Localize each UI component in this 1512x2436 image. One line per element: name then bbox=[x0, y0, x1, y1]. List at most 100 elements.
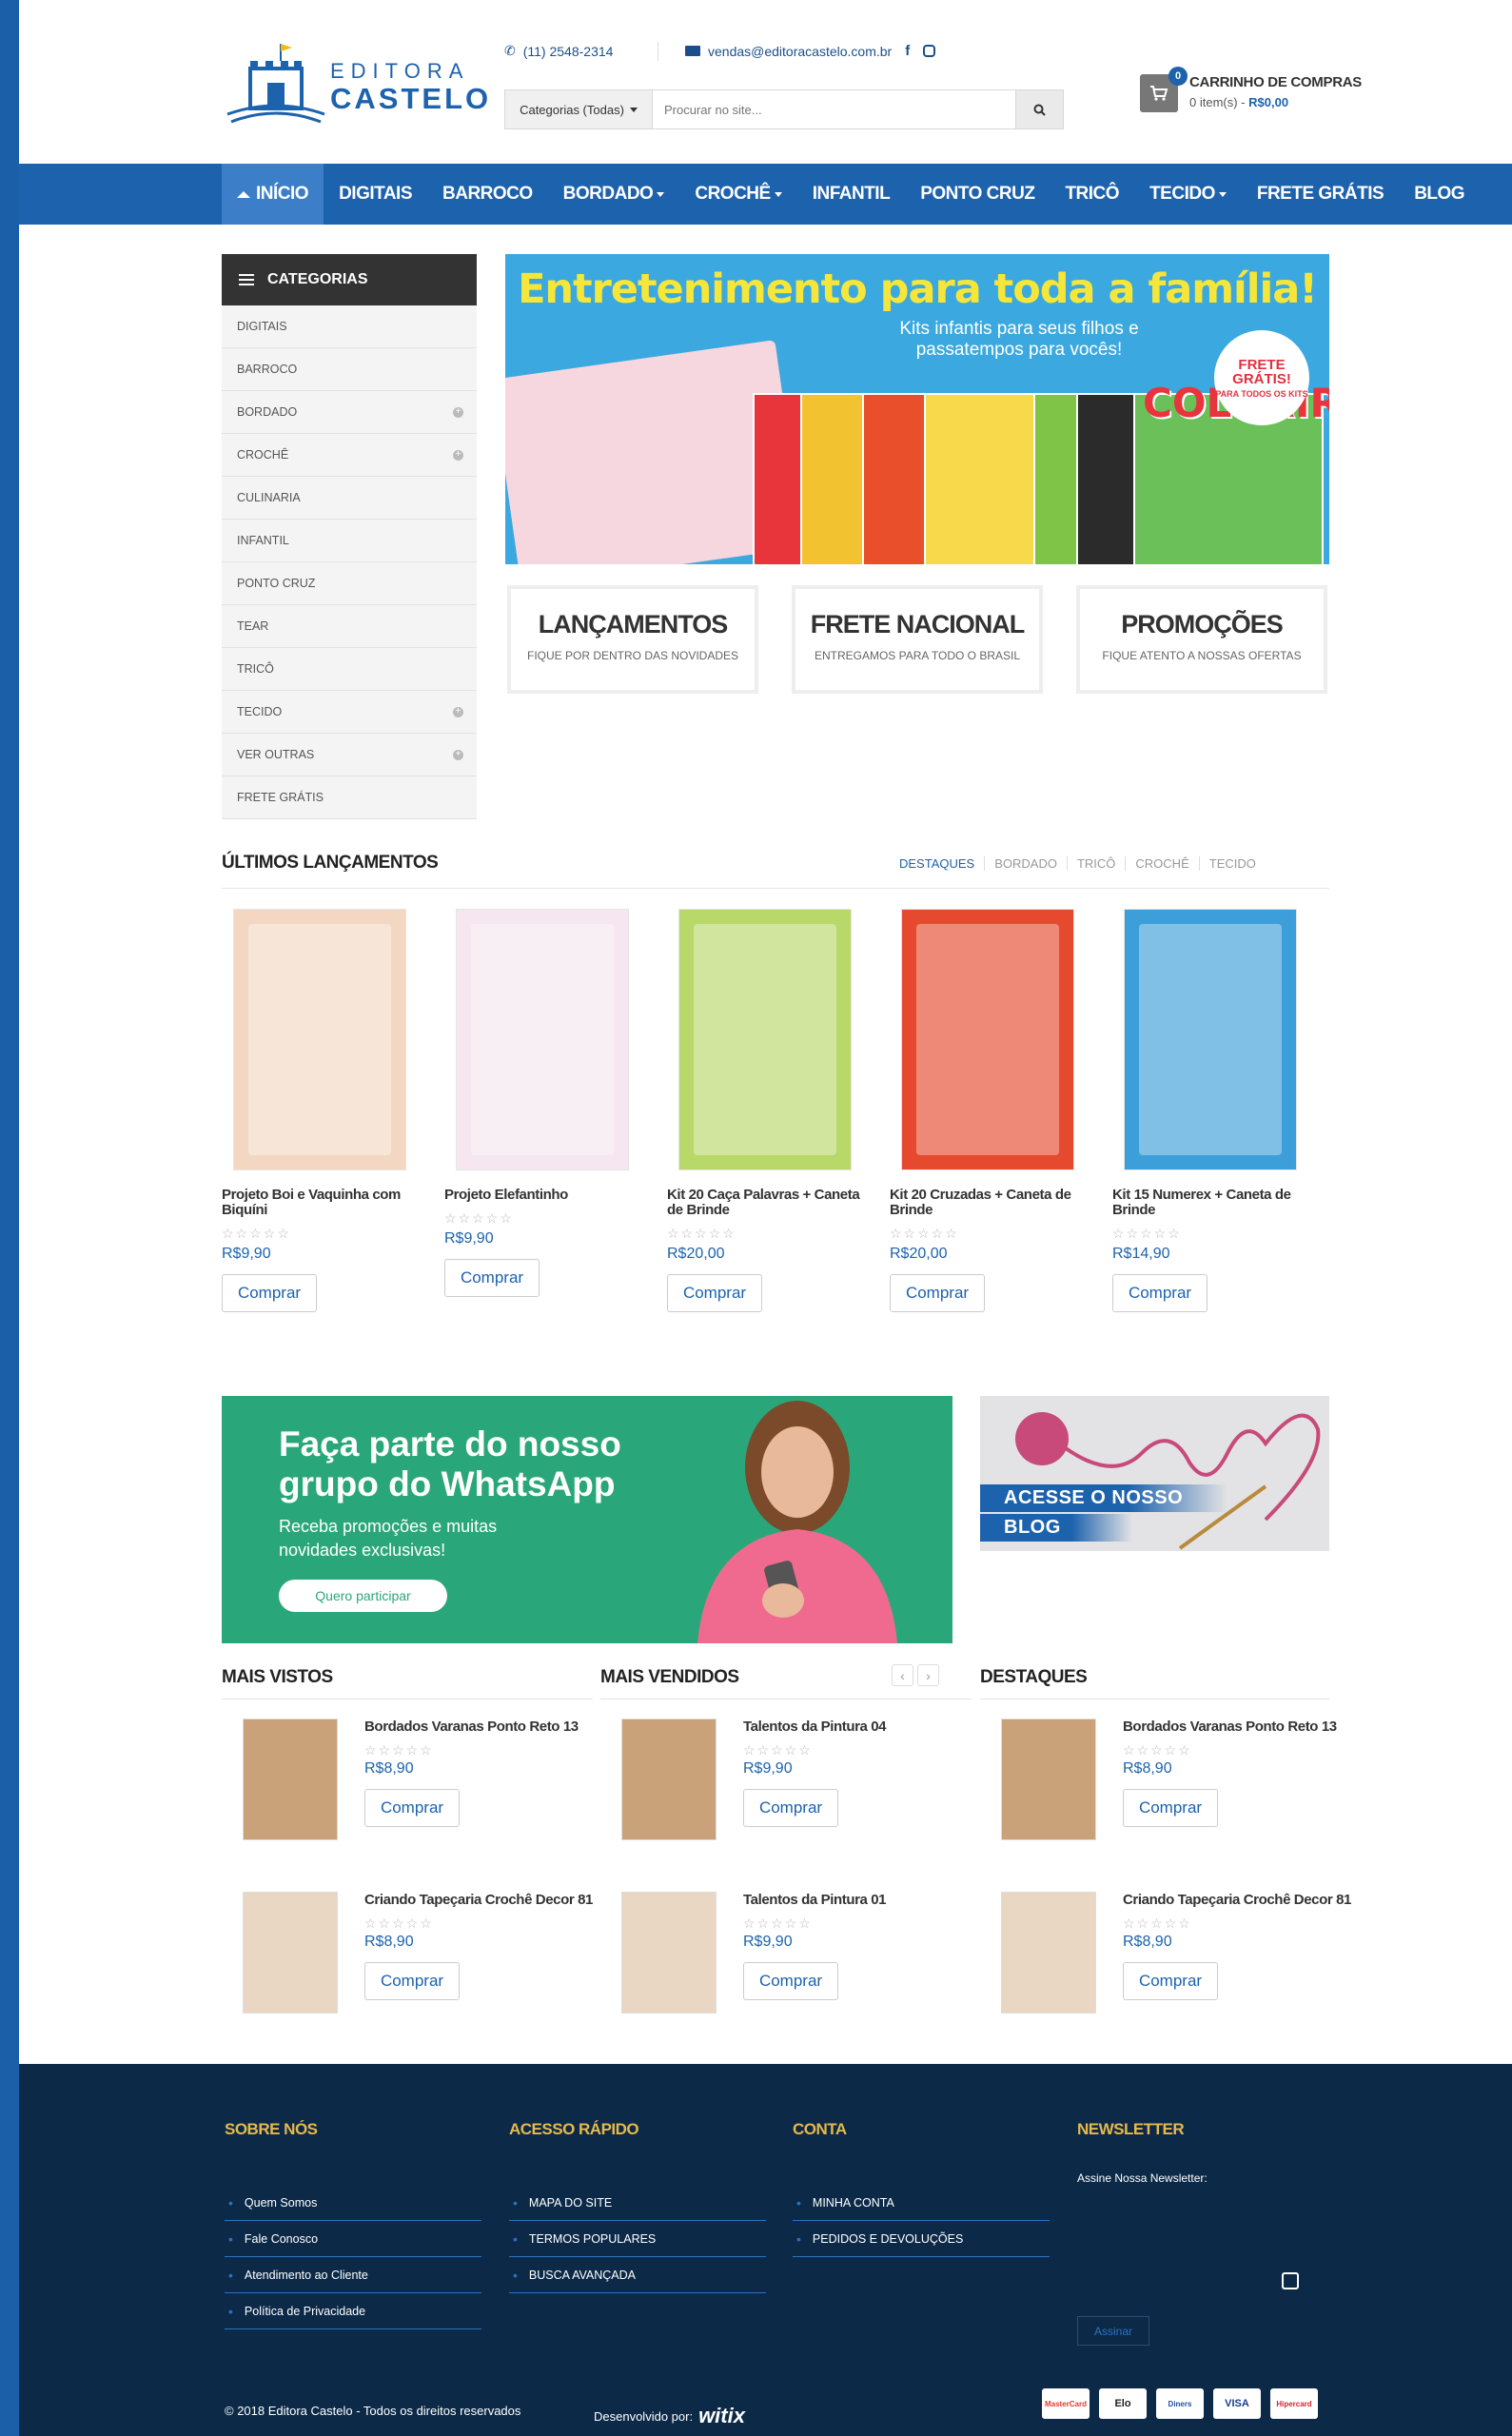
newsletter-email-field[interactable] bbox=[1077, 2241, 1306, 2279]
chevron-right-icon[interactable]: › bbox=[917, 1664, 939, 1686]
footer-link[interactable]: MAPA DO SITE bbox=[509, 2185, 766, 2221]
sidebar-item[interactable]: BARROCO bbox=[222, 348, 477, 391]
sidebar-item[interactable]: CULINARIA bbox=[222, 477, 477, 520]
castle-logo-icon[interactable] bbox=[224, 40, 328, 130]
nav-item-0[interactable]: INÍCIO bbox=[222, 164, 324, 225]
product-name[interactable]: Criando Tapeçaria Crochê Decor 81 bbox=[364, 1892, 593, 1908]
nav-item-8[interactable]: TECIDO bbox=[1134, 164, 1242, 225]
product-image[interactable] bbox=[1124, 909, 1297, 1170]
product-thumbnail[interactable] bbox=[621, 1719, 717, 1840]
product-thumbnail[interactable] bbox=[1001, 1892, 1096, 2014]
sidebar-item[interactable]: FRETE GRÁTIS bbox=[222, 776, 477, 819]
feature-promocoes[interactable]: PROMOÇÕES FIQUE ATENTO A NOSSAS OFERTAS bbox=[1076, 585, 1327, 694]
tab-4[interactable]: TECIDO bbox=[1198, 856, 1266, 871]
chevron-down-icon bbox=[629, 107, 638, 112]
buy-button[interactable]: Comprar bbox=[743, 1962, 838, 2000]
blog-banner[interactable]: ACESSE O NOSSO BLOG bbox=[980, 1396, 1329, 1551]
search-category-select[interactable]: Categorias (Todas) bbox=[505, 90, 653, 128]
hero-banner[interactable]: Entretenimento para toda a família! Kits… bbox=[505, 254, 1329, 564]
buy-button[interactable]: Comprar bbox=[444, 1259, 540, 1297]
nav-item-4[interactable]: CROCHÊ bbox=[679, 164, 796, 225]
feature-frete-nacional[interactable]: FRETE NACIONAL ENTREGAMOS PARA TODO O BR… bbox=[792, 585, 1043, 694]
sidebar-item[interactable]: VER OUTRAS + bbox=[222, 734, 477, 776]
product-name[interactable]: Talentos da Pintura 01 bbox=[743, 1892, 887, 1908]
search-button[interactable] bbox=[1015, 90, 1063, 128]
phone-info[interactable]: ✆ (11) 2548-2314 bbox=[504, 43, 613, 59]
tab-3[interactable]: CROCHÊ bbox=[1125, 856, 1198, 871]
product-name[interactable]: Projeto Boi e Vaquinha com Biquíni bbox=[222, 1188, 422, 1218]
tab-2[interactable]: TRICÔ bbox=[1066, 856, 1125, 871]
nav-item-7[interactable]: TRICÔ bbox=[1050, 164, 1134, 225]
sidebar-item[interactable]: DIGITAIS bbox=[222, 305, 477, 348]
product-price: R$9,90 bbox=[743, 1760, 793, 1777]
nav-item-2[interactable]: BARROCO bbox=[427, 164, 548, 225]
product-name[interactable]: Talentos da Pintura 04 bbox=[743, 1719, 887, 1735]
product-name[interactable]: Kit 15 Numerex + Caneta de Brinde bbox=[1112, 1188, 1312, 1218]
buy-button[interactable]: Comprar bbox=[1123, 1789, 1218, 1827]
product-name[interactable]: Bordados Varanas Ponto Reto 13 bbox=[1123, 1719, 1337, 1735]
sidebar-item[interactable]: TECIDO + bbox=[222, 691, 477, 734]
product-thumbnail[interactable] bbox=[621, 1892, 717, 2014]
chevron-left-icon[interactable]: ‹ bbox=[892, 1664, 913, 1686]
buy-button[interactable]: Comprar bbox=[1112, 1274, 1208, 1312]
footer-link[interactable]: TERMOS POPULARES bbox=[509, 2221, 766, 2257]
brand-name[interactable]: EDITORA CASTELO bbox=[330, 59, 491, 116]
footer-link[interactable]: Política de Privacidade bbox=[225, 2293, 481, 2329]
witix-logo[interactable]: witix bbox=[698, 2404, 745, 2428]
facebook-icon[interactable]: f bbox=[905, 43, 910, 59]
product-name[interactable]: Projeto Elefantinho bbox=[444, 1188, 644, 1203]
email-info[interactable]: vendas@editoracastelo.com.br f bbox=[685, 43, 936, 59]
product-image[interactable] bbox=[456, 909, 629, 1170]
footer-link[interactable]: MINHA CONTA bbox=[793, 2185, 1050, 2221]
product-thumbnail[interactable] bbox=[243, 1719, 338, 1840]
nav-item-9[interactable]: FRETE GRÁTIS bbox=[1242, 164, 1399, 225]
plus-circle-icon[interactable]: + bbox=[453, 706, 463, 717]
sidebar-item[interactable]: PONTO CRUZ bbox=[222, 562, 477, 605]
product-name[interactable]: Kit 20 Cruzadas + Caneta de Brinde bbox=[890, 1188, 1090, 1218]
plus-circle-icon[interactable]: + bbox=[453, 406, 463, 418]
footer-link[interactable]: Atendimento ao Cliente bbox=[225, 2257, 481, 2293]
product-image[interactable] bbox=[678, 909, 852, 1170]
tab-1[interactable]: BORDADO bbox=[984, 856, 1067, 871]
search-input[interactable] bbox=[653, 90, 1015, 128]
footer-link[interactable]: Fale Conosco bbox=[225, 2221, 481, 2257]
instagram-icon[interactable] bbox=[923, 45, 936, 57]
buy-button[interactable]: Comprar bbox=[364, 1789, 460, 1827]
product-thumbnail[interactable] bbox=[1001, 1719, 1096, 1840]
nav-item-1[interactable]: DIGITAIS bbox=[324, 164, 427, 225]
newsletter-subscribe-button[interactable]: Assinar bbox=[1077, 2316, 1149, 2346]
product-name[interactable]: Criando Tapeçaria Crochê Decor 81 bbox=[1123, 1892, 1351, 1908]
product-image[interactable] bbox=[233, 909, 406, 1170]
footer-link[interactable]: BUSCA AVANÇADA bbox=[509, 2257, 766, 2293]
product-name[interactable]: Kit 20 Caça Palavras + Caneta de Brinde bbox=[667, 1188, 867, 1218]
nav-item-10[interactable]: BLOG bbox=[1399, 164, 1480, 225]
sidebar-item[interactable]: CROCHÊ + bbox=[222, 434, 477, 477]
shopping-cart[interactable]: 0 CARRINHO DE COMPRAS 0 item(s) - R$0,00 bbox=[1140, 67, 1362, 119]
nav-item-6[interactable]: PONTO CRUZ bbox=[905, 164, 1050, 225]
buy-button[interactable]: Comprar bbox=[222, 1274, 317, 1312]
categories-header[interactable]: CATEGORIAS bbox=[222, 254, 477, 305]
buy-button[interactable]: Comprar bbox=[890, 1274, 985, 1312]
buy-button[interactable]: Comprar bbox=[1123, 1962, 1218, 2000]
feature-lancamentos[interactable]: LANÇAMENTOS FIQUE POR DENTRO DAS NOVIDAD… bbox=[507, 585, 758, 694]
sidebar-item[interactable]: TRICÔ bbox=[222, 648, 477, 691]
product-image[interactable] bbox=[901, 909, 1074, 1170]
sidebar-item[interactable]: BORDADO + bbox=[222, 391, 477, 434]
product-thumbnail[interactable] bbox=[243, 1892, 338, 2014]
sidebar-item[interactable]: TEAR bbox=[222, 605, 477, 648]
product-name[interactable]: Bordados Varanas Ponto Reto 13 bbox=[364, 1719, 579, 1735]
footer-link[interactable]: Quem Somos bbox=[225, 2185, 481, 2221]
nav-item-3[interactable]: BORDADO bbox=[548, 164, 680, 225]
plus-circle-icon[interactable]: + bbox=[453, 749, 463, 760]
sidebar-item[interactable]: INFANTIL bbox=[222, 520, 477, 562]
footer-link[interactable]: PEDIDOS E DEVOLUÇÕES bbox=[793, 2221, 1050, 2257]
buy-button[interactable]: Comprar bbox=[364, 1962, 460, 2000]
whatsapp-join-button[interactable]: Quero participar bbox=[279, 1580, 447, 1612]
whatsapp-banner[interactable]: Faça parte do nosso grupo do WhatsApp Re… bbox=[222, 1396, 952, 1643]
nav-item-5[interactable]: INFANTIL bbox=[797, 164, 906, 225]
tab-0[interactable]: DESTAQUES bbox=[899, 856, 984, 871]
buy-button[interactable]: Comprar bbox=[667, 1274, 762, 1312]
menu-icon bbox=[239, 274, 254, 285]
plus-circle-icon[interactable]: + bbox=[453, 449, 463, 461]
buy-button[interactable]: Comprar bbox=[743, 1789, 838, 1827]
